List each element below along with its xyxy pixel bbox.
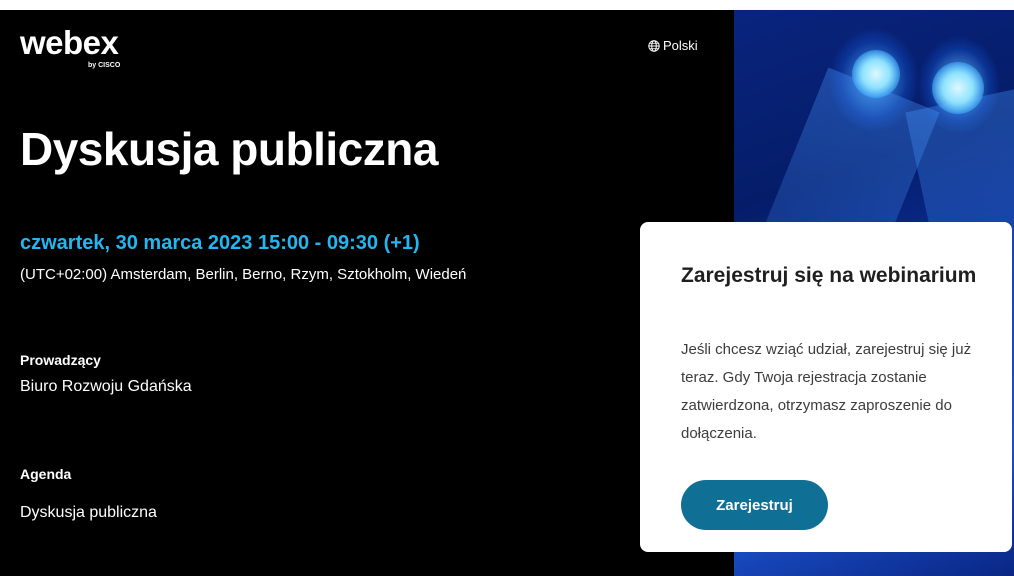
logo-wordmark: webex — [20, 24, 119, 61]
host-heading: Prowadzący — [20, 352, 101, 368]
agenda-text: Dyskusja publiczna — [20, 504, 157, 521]
host-name: Biuro Rozwoju Gdańska — [20, 378, 192, 395]
event-page: webex by CISCO Polski Dyskusja publiczna… — [0, 10, 1014, 576]
globe-icon — [648, 39, 660, 52]
registration-card: Zarejestruj się na webinarium Jeśli chce… — [640, 222, 1012, 552]
event-timezone: (UTC+02:00) Amsterdam, Berlin, Berno, Rz… — [20, 266, 467, 283]
event-title: Dyskusja publiczna — [20, 123, 438, 175]
webex-logo: webex by CISCO — [20, 24, 120, 70]
spotlight — [852, 50, 900, 98]
register-button[interactable]: Zarejestruj — [681, 480, 828, 530]
agenda-heading: Agenda — [20, 466, 72, 482]
registration-card-description: Jeśli chcesz wziąć udział, zarejestruj s… — [681, 341, 972, 442]
event-datetime: czwartek, 30 marca 2023 15:00 - 09:30 (+… — [20, 232, 420, 254]
language-label: Polski — [663, 38, 698, 53]
registration-card-title: Zarejestruj się na webinarium — [681, 264, 977, 287]
spotlight — [932, 62, 984, 114]
language-selector[interactable]: Polski — [648, 38, 698, 53]
logo-subtext: by CISCO — [88, 62, 121, 69]
